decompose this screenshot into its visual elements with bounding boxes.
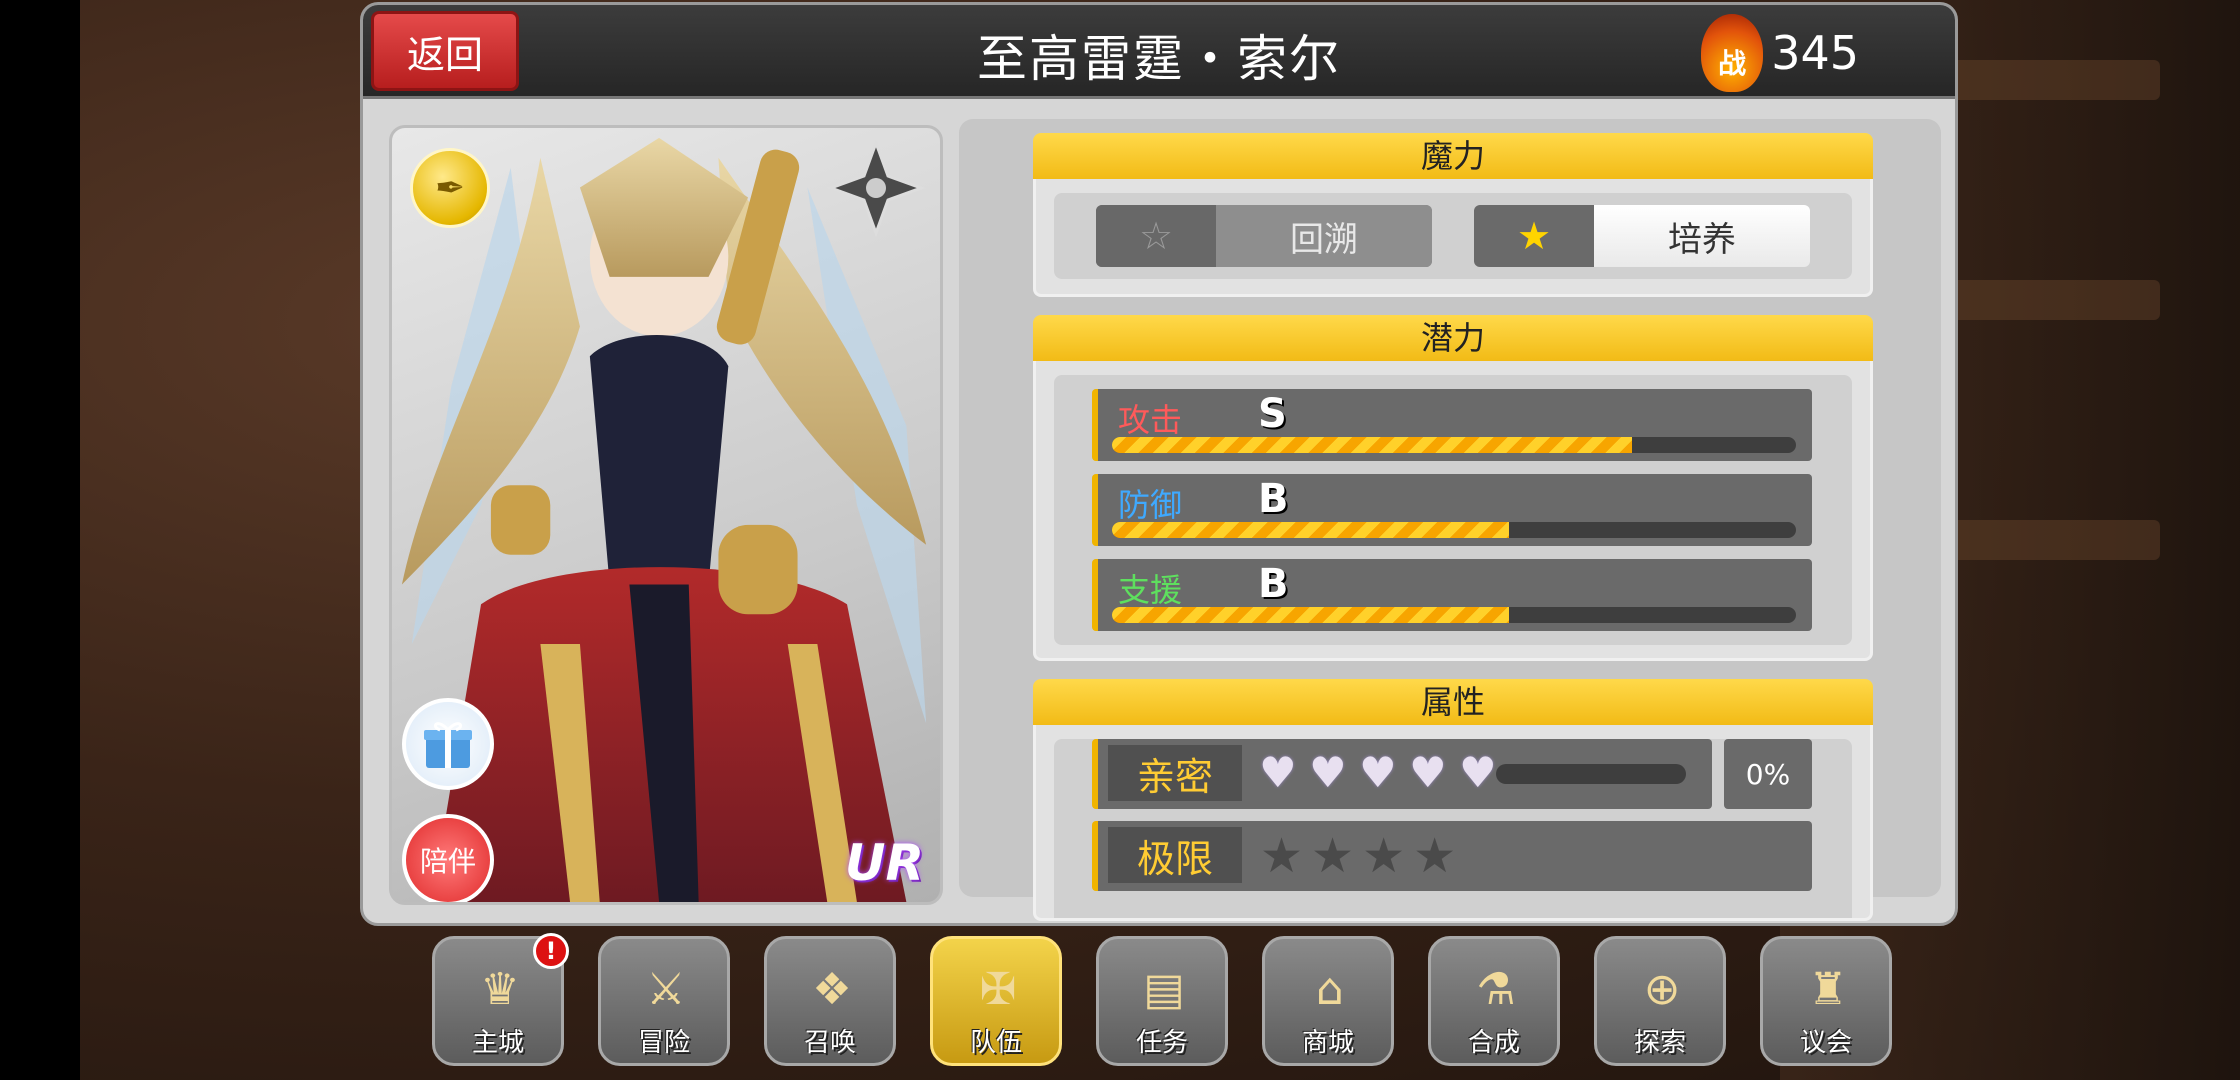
winged-shield-icon: ✠ <box>979 963 1017 1015</box>
heart-icon: ♥ <box>1359 748 1397 797</box>
nav-label: 探索 <box>1633 1028 1686 1058</box>
potential-title: 潜力 <box>1033 315 1873 361</box>
stat-label: 防御 <box>1118 486 1183 524</box>
character-detail-panel: 返回 至高雷霆・索尔 战 345 ✒ 陪伴 UR 魔力 ☆ 回溯 ★ 培养 潜力… <box>360 2 1958 926</box>
nav-item-1[interactable]: ⚔ 冒险 <box>598 936 730 1066</box>
limit-row[interactable]: 极限 ★ ★ ★ ★ <box>1092 821 1812 891</box>
stat-grade: B <box>1258 476 1289 522</box>
gift-button[interactable] <box>402 698 494 790</box>
stat-row-defense: 防御 B <box>1092 474 1812 546</box>
nav-label: 任务 <box>1135 1028 1188 1058</box>
star-icon: ★ <box>1311 828 1355 884</box>
star-icon: ★ <box>1413 828 1457 884</box>
attributes-title: 属性 <box>1033 679 1873 725</box>
header-bar: 返回 至高雷霆・索尔 战 345 <box>363 5 1955 99</box>
train-button[interactable]: ★ 培养 <box>1474 205 1810 267</box>
rarity-badge: UR <box>844 834 924 892</box>
stat-grade: B <box>1258 561 1289 607</box>
heart-icon: ♥ <box>1459 748 1497 797</box>
train-label: 培养 <box>1594 205 1810 267</box>
nav-item-5[interactable]: ⌂ 商城 <box>1262 936 1394 1066</box>
limit-label: 极限 <box>1108 827 1242 883</box>
mana-title: 魔力 <box>1033 133 1873 179</box>
stat-row-attack: 攻击 S <box>1092 389 1812 461</box>
potential-section: 潜力 攻击 S 防御 B 支援 B <box>1033 315 1873 661</box>
heart-icon: ♥ <box>1259 748 1297 797</box>
limit-stars: ★ ★ ★ ★ <box>1260 831 1456 881</box>
star-icon: ★ <box>1260 828 1304 884</box>
nav-label: 商城 <box>1301 1028 1354 1058</box>
nav-item-2[interactable]: ❖ 召唤 <box>764 936 896 1066</box>
stat-bar-fill <box>1112 437 1632 453</box>
regress-button[interactable]: ☆ 回溯 <box>1096 205 1432 267</box>
nav-item-8[interactable]: ♜ 议会 <box>1760 936 1892 1066</box>
nav-item-7[interactable]: ⊕ 探索 <box>1594 936 1726 1066</box>
flame-icon: 战 <box>1701 14 1764 92</box>
bottom-navigation: ♛ 主城! ⚔ 冒险 ❖ 召唤 ✠ 队伍 ▤ 任务 ⌂ 商城 ⚗ 合成 ⊕ 探索 ♜ 议会 <box>432 933 1892 1070</box>
glowing-star-icon: ★ <box>1474 205 1594 267</box>
star-icon: ★ <box>1362 828 1406 884</box>
mana-section: 魔力 ☆ 回溯 ★ 培养 <box>1033 133 1873 297</box>
accompany-button[interactable]: 陪伴 <box>402 814 494 902</box>
stat-row-support: 支援 B <box>1092 559 1812 631</box>
stat-label: 支援 <box>1118 571 1183 609</box>
intimacy-progress-bar <box>1496 764 1686 784</box>
nav-item-4[interactable]: ▤ 任务 <box>1096 936 1228 1066</box>
nav-label: 合成 <box>1467 1028 1520 1058</box>
quest-book-icon: ▤ <box>1143 963 1185 1015</box>
nav-label: 议会 <box>1799 1028 1852 1058</box>
intimacy-percent: 0% <box>1724 739 1812 809</box>
summon-card-icon: ❖ <box>812 963 852 1015</box>
nav-item-3[interactable]: ✠ 队伍 <box>930 936 1062 1066</box>
gift-box-icon <box>424 722 472 768</box>
intimacy-label: 亲密 <box>1108 745 1242 801</box>
star-rewind-icon: ☆ <box>1096 205 1216 267</box>
stat-bar-fill <box>1112 607 1509 623</box>
notification-badge: ! <box>533 933 569 969</box>
intimacy-row[interactable]: 亲密 ♥ ♥ ♥ ♥ ♥ <box>1092 739 1712 809</box>
nav-label: 主城 <box>471 1028 524 1058</box>
shuriken-icon <box>826 138 926 238</box>
stat-label: 攻击 <box>1118 401 1183 439</box>
council-crest-icon: ♜ <box>1808 963 1848 1015</box>
combat-power-value: 345 <box>1771 26 1859 80</box>
intimacy-hearts: ♥ ♥ ♥ ♥ ♥ <box>1256 748 1500 797</box>
stat-bar-fill <box>1112 522 1509 538</box>
regress-label: 回溯 <box>1216 205 1432 267</box>
nav-label: 冒险 <box>637 1028 690 1058</box>
nav-label: 召唤 <box>803 1028 856 1058</box>
castle-crown-icon: ♛ <box>480 963 520 1015</box>
combat-power: 战 345 <box>1701 13 1859 93</box>
character-artwork <box>401 137 927 902</box>
stats-pane: 魔力 ☆ 回溯 ★ 培养 潜力 攻击 S 防御 B 支援 B 属性 亲密 ♥ ♥… <box>959 119 1941 921</box>
crossed-swords-icon: ⚔ <box>646 963 686 1015</box>
character-card[interactable]: ✒ 陪伴 UR <box>389 125 943 905</box>
pen-nib-icon: ✒ <box>410 148 490 228</box>
compass-icon: ⊕ <box>1643 963 1681 1015</box>
nav-label: 队伍 <box>969 1028 1022 1058</box>
heart-icon: ♥ <box>1309 748 1347 797</box>
stat-grade: S <box>1258 391 1287 437</box>
shop-tent-icon: ⌂ <box>1316 963 1344 1015</box>
attributes-section: 属性 亲密 ♥ ♥ ♥ ♥ ♥ 0% 极限 ★ ★ ★ ★ <box>1033 679 1873 921</box>
potion-flask-icon: ⚗ <box>1476 963 1516 1015</box>
nav-item-6[interactable]: ⚗ 合成 <box>1428 936 1560 1066</box>
heart-icon: ♥ <box>1409 748 1447 797</box>
nav-item-0[interactable]: ♛ 主城! <box>432 933 569 1066</box>
